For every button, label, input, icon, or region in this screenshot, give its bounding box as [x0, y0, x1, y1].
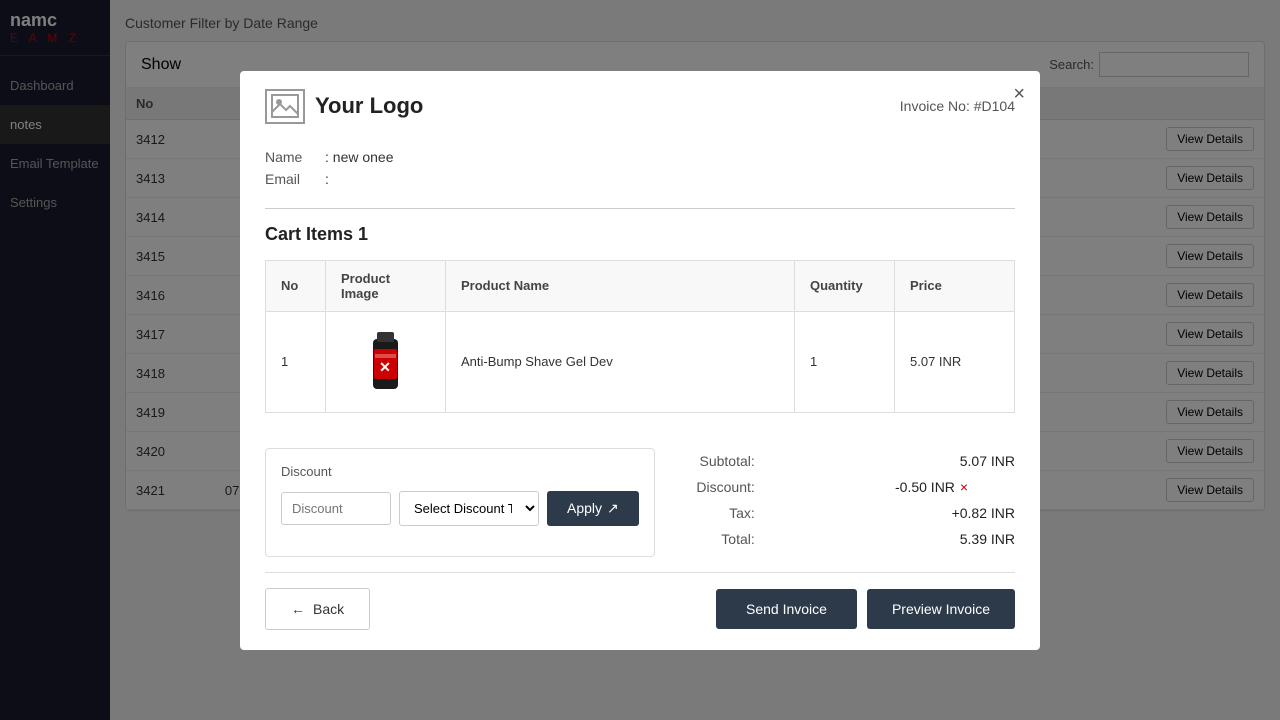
cart-table: No Product Image Product Name Quantity P… [265, 260, 1015, 413]
name-label: Name [265, 149, 325, 165]
invoice-number: Invoice No: #D104 [900, 98, 1015, 114]
cart-row-quantity: 1 [795, 311, 895, 412]
discount-inputs: Select Discount Typ Percentage Flat Appl… [281, 491, 639, 526]
customer-info: Name : new onee Email : [240, 139, 1040, 208]
invoice-modal: × Your Logo Invoice No: #D104 [240, 71, 1040, 650]
total-value: 5.39 INR [895, 531, 1015, 547]
discount-label: Discount: [675, 479, 755, 495]
subtotal-label: Subtotal: [675, 453, 755, 469]
product-bottle-svg: ✕ [358, 324, 413, 399]
summary-area: Subtotal: 5.07 INR Discount: -0.50 INR ×… [675, 448, 1015, 557]
remove-discount-button[interactable]: × [960, 479, 968, 495]
preview-invoice-button[interactable]: Preview Invoice [867, 589, 1015, 629]
send-invoice-button[interactable]: Send Invoice [716, 589, 857, 629]
back-icon: ← [291, 601, 305, 617]
cart-row: 1 [266, 311, 1015, 412]
cart-col-image: Product Image [326, 260, 446, 311]
total-label: Total: [675, 531, 755, 547]
image-icon [271, 94, 299, 118]
logo-area: Your Logo [265, 89, 423, 124]
back-label: Back [313, 601, 344, 617]
discount-box-title: Discount [281, 464, 639, 479]
company-logo-text: Your Logo [315, 93, 423, 119]
invoice-id: #D104 [974, 98, 1015, 114]
tax-value: +0.82 INR [895, 505, 1015, 521]
product-image-placeholder: ✕ [351, 322, 421, 402]
name-value: : new onee [325, 149, 394, 165]
discount-row: Discount: -0.50 INR × [675, 479, 1015, 495]
discount-box: Discount Select Discount Typ Percentage … [265, 448, 655, 557]
modal-footer: ← Back Send Invoice Preview Invoice [240, 588, 1040, 650]
subtotal-row: Subtotal: 5.07 INR [675, 453, 1015, 469]
modal-header: Your Logo Invoice No: #D104 [240, 71, 1040, 139]
close-button[interactable]: × [1013, 83, 1025, 106]
logo-icon [265, 89, 305, 124]
cart-col-qty: Quantity [795, 260, 895, 311]
cart-row-no: 1 [266, 311, 326, 412]
discount-input[interactable] [281, 492, 391, 525]
footer-divider [265, 572, 1015, 573]
apply-button[interactable]: Apply ↗ [547, 491, 639, 526]
total-row: Total: 5.39 INR [675, 531, 1015, 547]
back-button[interactable]: ← Back [265, 588, 370, 630]
cart-col-price: Price [895, 260, 1015, 311]
cart-title: Cart Items 1 [265, 224, 1015, 245]
apply-label: Apply [567, 500, 602, 516]
email-value: : [325, 171, 329, 187]
tax-row: Tax: +0.82 INR [675, 505, 1015, 521]
cart-row-price: 5.07 INR [895, 311, 1015, 412]
customer-email-row: Email : [265, 171, 1015, 187]
discount-value: -0.50 INR × [895, 479, 1015, 495]
tax-label: Tax: [675, 505, 755, 521]
cart-col-name: Product Name [446, 260, 795, 311]
discount-type-select[interactable]: Select Discount Typ Percentage Flat [399, 491, 539, 526]
apply-icon: ↗ [607, 500, 619, 517]
invoice-label: Invoice No: [900, 98, 970, 114]
modal-overlay: × Your Logo Invoice No: #D104 [0, 0, 1280, 720]
cart-row-product-name: Anti-Bump Shave Gel Dev [446, 311, 795, 412]
footer-right-buttons: Send Invoice Preview Invoice [716, 589, 1015, 629]
cart-col-no: No [266, 260, 326, 311]
email-label: Email [265, 171, 325, 187]
modal-body: Cart Items 1 No Product Image Product Na… [240, 209, 1040, 448]
svg-text:✕: ✕ [379, 359, 391, 375]
bottom-section: Discount Select Discount Typ Percentage … [240, 448, 1040, 572]
subtotal-value: 5.07 INR [895, 453, 1015, 469]
discount-amount: -0.50 INR [895, 479, 955, 495]
customer-name-row: Name : new onee [265, 149, 1015, 165]
cart-row-image: ✕ [326, 311, 446, 412]
